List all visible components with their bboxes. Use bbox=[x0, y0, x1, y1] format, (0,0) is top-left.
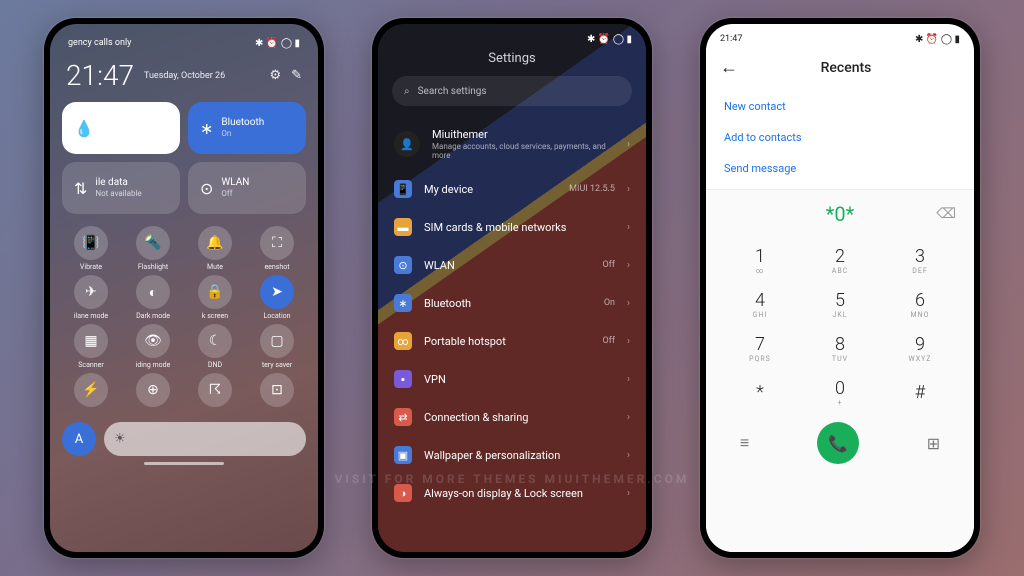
status-icons: ✱ ⏰ ◯ ▮ bbox=[255, 38, 300, 49]
clock-row: 21:47 Tuesday, October 26 ⚙ ✎ bbox=[62, 53, 306, 102]
toggle-Scanner[interactable]: ▦Scanner bbox=[64, 324, 118, 369]
settings-item[interactable]: ∗BluetoothOn› bbox=[378, 284, 646, 322]
home-indicator[interactable] bbox=[144, 462, 224, 465]
dial-key-#[interactable]: # bbox=[880, 370, 960, 414]
tile-wlan[interactable]: ⊙ WLANOff bbox=[188, 162, 306, 214]
dialpad: *0* ⌫ 1∞2ABC3DEF 4GHI5JKL6MNO 7PQRS8TUV9WX… bbox=[706, 189, 974, 552]
dial-key-2[interactable]: 2ABC bbox=[800, 238, 880, 282]
toggle-tery saver[interactable]: ▢tery saver bbox=[250, 324, 304, 369]
settings-item[interactable]: ▬SIM cards & mobile networks› bbox=[378, 208, 646, 246]
toggle-Dark mode[interactable]: ◐Dark mode bbox=[126, 275, 180, 320]
wifi-icon: ⊙ bbox=[200, 179, 213, 198]
dialpad-icon[interactable]: ⊞ bbox=[927, 434, 940, 453]
dialed-number: *0* bbox=[826, 202, 854, 226]
tile-data[interactable]: ⇅ ile dataNot available bbox=[62, 162, 180, 214]
chevron-right-icon: › bbox=[627, 222, 630, 233]
phone-settings: ✱ ⏰ ◯ ▮ Settings ⌕ Search settings 👤 Miu… bbox=[372, 18, 652, 558]
toggle-ilane mode[interactable]: ✈ilane mode bbox=[64, 275, 118, 320]
toggle-iding mode[interactable]: 👁iding mode bbox=[126, 324, 180, 369]
toggle-blank[interactable]: ⊕ bbox=[126, 373, 180, 410]
settings-icon[interactable]: ⚙ bbox=[269, 68, 281, 83]
link[interactable]: New contact bbox=[724, 100, 956, 113]
toggle-blank[interactable]: ⚡ bbox=[64, 373, 118, 410]
settings-item[interactable]: ◑Always-on display & Lock screen› bbox=[378, 474, 646, 512]
chevron-right-icon: › bbox=[627, 298, 630, 309]
toggle-blank[interactable]: ☈ bbox=[188, 373, 242, 410]
phone-dialer: 21:47✱ ⏰ ◯ ▮ ← Recents New contactAdd to… bbox=[700, 18, 980, 558]
toggle-k screen[interactable]: 🔒k screen bbox=[188, 275, 242, 320]
settings-item[interactable]: ∞Portable hotspotOff› bbox=[378, 322, 646, 360]
status-bar: 21:47✱ ⏰ ◯ ▮ bbox=[706, 24, 974, 49]
dial-key-7[interactable]: 7PQRS bbox=[720, 326, 800, 370]
toggle-Mute[interactable]: 🔔Mute bbox=[188, 226, 242, 271]
toggle-Vibrate[interactable]: 📳Vibrate bbox=[64, 226, 118, 271]
dial-key-6[interactable]: 6MNO bbox=[880, 282, 960, 326]
settings-account[interactable]: 👤 MiuithemerManage accounts, cloud servi… bbox=[378, 118, 646, 170]
tile-bluetooth[interactable]: ∗ BluetoothOn bbox=[188, 102, 306, 154]
auto-brightness-button[interactable]: A bbox=[62, 422, 96, 456]
chevron-right-icon: › bbox=[627, 336, 630, 347]
action-links: New contact Add to contacts Send message bbox=[706, 86, 974, 189]
settings-item[interactable]: 📱My deviceMIUI 12.5.5› bbox=[378, 170, 646, 208]
toggle-Location[interactable]: ➤Location bbox=[250, 275, 304, 320]
dial-key-9[interactable]: 9WXYZ bbox=[880, 326, 960, 370]
toggle-eenshot[interactable]: ⛶eenshot bbox=[250, 226, 304, 271]
drop-icon: 💧 bbox=[74, 119, 94, 138]
chevron-right-icon: › bbox=[627, 450, 630, 461]
data-icon: ⇅ bbox=[74, 179, 87, 198]
settings-item[interactable]: ⇄Connection & sharing› bbox=[378, 398, 646, 436]
backspace-icon[interactable]: ⌫ bbox=[936, 206, 956, 222]
settings-item[interactable]: ▣Wallpaper & personalization› bbox=[378, 436, 646, 474]
dial-key-3[interactable]: 3DEF bbox=[880, 238, 960, 282]
call-button[interactable]: 📞 bbox=[817, 422, 859, 464]
toggle-blank[interactable]: ⊡ bbox=[250, 373, 304, 410]
time: 21:47 bbox=[66, 59, 134, 92]
chevron-right-icon: › bbox=[627, 260, 630, 271]
bluetooth-icon: ∗ bbox=[200, 119, 213, 138]
chevron-right-icon: › bbox=[627, 488, 630, 499]
recents-title: Recents bbox=[732, 60, 960, 76]
status-bar: gency calls only ✱ ⏰ ◯ ▮ bbox=[62, 34, 306, 53]
menu-icon[interactable]: ≡ bbox=[740, 433, 749, 453]
settings-item[interactable]: ⊙WLANOff› bbox=[378, 246, 646, 284]
search-input[interactable]: ⌕ Search settings bbox=[392, 76, 632, 106]
dial-key-5[interactable]: 5JKL bbox=[800, 282, 880, 326]
dial-key-0[interactable]: 0+ bbox=[800, 370, 880, 414]
edit-icon[interactable]: ✎ bbox=[291, 68, 302, 83]
chevron-right-icon: › bbox=[627, 184, 630, 195]
toggle-DND[interactable]: ☾DND bbox=[188, 324, 242, 369]
status-left: gency calls only bbox=[68, 38, 131, 49]
toggle-grid: 📳Vibrate🔦Flashlight🔔Mute⛶eenshot ✈ilane m… bbox=[62, 222, 306, 414]
phone-control-center: gency calls only ✱ ⏰ ◯ ▮ 21:47 Tuesday, … bbox=[44, 18, 324, 558]
dial-key-*[interactable]: * bbox=[720, 370, 800, 414]
chevron-right-icon: › bbox=[627, 139, 630, 150]
dial-key-1[interactable]: 1∞ bbox=[720, 238, 800, 282]
dial-key-8[interactable]: 8TUV bbox=[800, 326, 880, 370]
search-icon: ⌕ bbox=[404, 86, 410, 97]
link[interactable]: Send message bbox=[724, 162, 956, 175]
chevron-right-icon: › bbox=[627, 412, 630, 423]
status-bar: ✱ ⏰ ◯ ▮ bbox=[378, 24, 646, 49]
toggle-Flashlight[interactable]: 🔦Flashlight bbox=[126, 226, 180, 271]
settings-item[interactable]: ▪VPN› bbox=[378, 360, 646, 398]
settings-list: 👤 MiuithemerManage accounts, cloud servi… bbox=[378, 118, 646, 552]
settings-title: Settings bbox=[378, 49, 646, 76]
tile-water[interactable]: 💧 bbox=[62, 102, 180, 154]
date: Tuesday, October 26 bbox=[144, 71, 259, 81]
link[interactable]: Add to contacts bbox=[724, 131, 956, 144]
chevron-right-icon: › bbox=[627, 374, 630, 385]
brightness-slider[interactable] bbox=[104, 422, 306, 456]
dial-key-4[interactable]: 4GHI bbox=[720, 282, 800, 326]
